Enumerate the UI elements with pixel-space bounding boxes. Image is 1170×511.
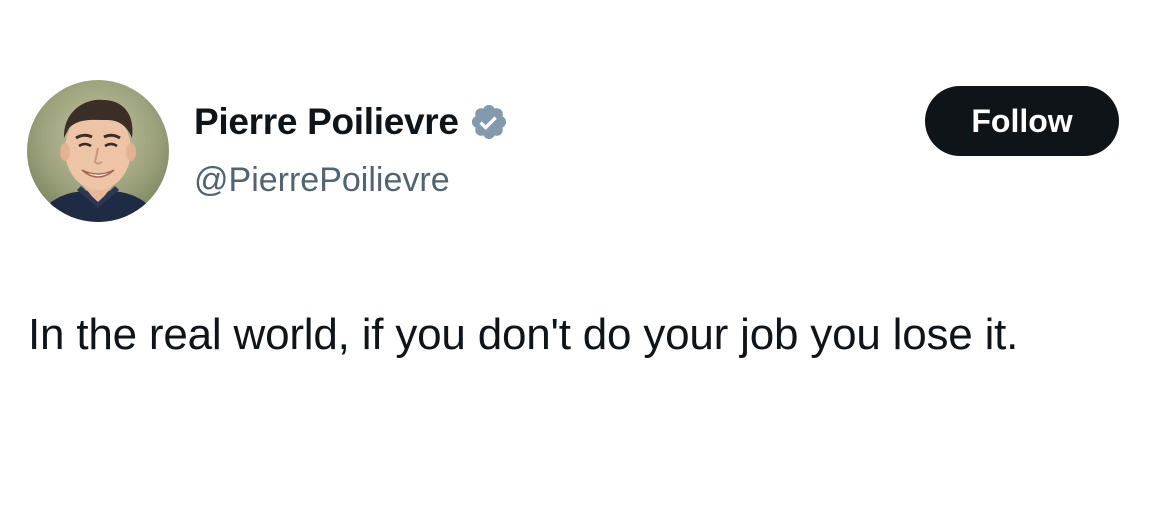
avatar[interactable] [27, 80, 169, 222]
tweet-card: Pierre Poilievre @PierrePoilievre Follow… [0, 0, 1170, 511]
tweet-text: In the real world, if you don't do your … [28, 310, 1019, 359]
author-name-row: Pierre Poilievre [194, 98, 509, 146]
author-display-name[interactable]: Pierre Poilievre [194, 98, 459, 146]
avatar-photo [27, 80, 169, 222]
verified-badge-icon[interactable] [469, 102, 509, 142]
follow-button[interactable]: Follow [925, 86, 1119, 156]
author-handle[interactable]: @PierrePoilievre [194, 158, 450, 202]
